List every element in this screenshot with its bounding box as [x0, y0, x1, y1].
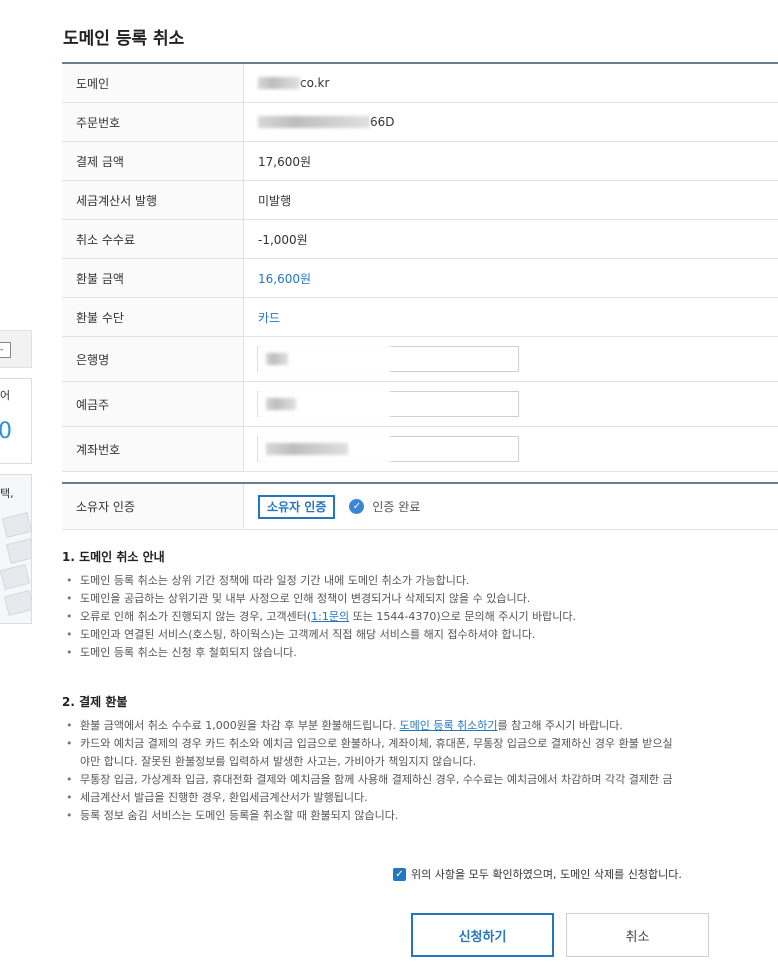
agreement[interactable]: ✓ 위의 사항을 모두 확인하였으며, 도메인 삭제를 신청합니다.	[393, 866, 682, 882]
account-input[interactable]	[257, 429, 519, 469]
payment-label: 결제 금액	[62, 142, 243, 180]
order-label: 주문번호	[62, 103, 243, 141]
guide-item: 오류로 인해 취소가 진행되지 않는 경우, 고객센터(1:1문의 또는 154…	[66, 608, 778, 626]
bank-cell	[243, 337, 778, 381]
masked-holder	[266, 398, 296, 410]
masked-domain	[258, 77, 300, 89]
row-fee: 취소 수수료 -1,000원	[62, 220, 778, 259]
refund-label: 환불 금액	[62, 259, 243, 297]
background-card-number: 0	[0, 419, 12, 444]
check-circle-icon: ✓	[349, 499, 365, 514]
fee-value: -1,000원	[243, 220, 778, 258]
cancel-button[interactable]: 취소	[566, 913, 709, 957]
modal-title: 도메인 등록 취소	[63, 29, 185, 49]
domain-cancel-link[interactable]: 도메인 등록 취소하기	[399, 719, 497, 732]
background-thumbnail: 택,	[0, 474, 32, 624]
guide-item: 도메인을 공급하는 상위기관 및 내부 사정으로 인해 정책이 변경되거나 삭제…	[66, 590, 778, 608]
masked-account	[266, 443, 348, 455]
row-refund-amount: 환불 금액 16,600원	[62, 259, 778, 298]
background-page-edge: - 어 0 택,	[0, 0, 32, 980]
refund-list: 환불 금액에서 취소 수수료 1,000원을 차감 후 부분 환불해드립니다. …	[66, 717, 778, 825]
bank-label: 은행명	[62, 337, 243, 381]
owner-verification-row: 소유자 인증 소유자 인증 ✓ 인증 완료	[62, 482, 778, 530]
guide-title: 1. 도메인 취소 안내	[62, 550, 165, 564]
background-select-box: -	[0, 342, 11, 358]
row-tax-invoice: 세금계산서 발행 미발행	[62, 181, 778, 220]
holder-input[interactable]	[257, 384, 519, 424]
verification-status: 인증 완료	[372, 500, 421, 514]
row-account: 계좌번호	[62, 427, 778, 472]
method-label: 환불 수단	[62, 298, 243, 336]
background-card-text: 어	[0, 389, 11, 402]
guide-item: 도메인과 연결된 서비스(호스팅, 하이웍스)는 고객께서 직접 해당 서비스를…	[66, 626, 778, 644]
guide-item: 도메인 등록 취소는 상위 기간 정책에 따라 일정 기간 내에 도메인 취소가…	[66, 572, 778, 590]
refund-title: 2. 결제 환불	[62, 695, 128, 709]
refund-item-continued: 야만 합니다. 잘못된 환불정보를 입력하셔 발생한 사고는, 가비아가 책임지…	[80, 755, 477, 768]
holder-label: 예금주	[62, 382, 243, 426]
guide-error-pre: 오류로 인해 취소가 진행되지 않는 경우, 고객센터(	[80, 610, 312, 623]
owner-verify-button[interactable]: 소유자 인증	[258, 494, 336, 519]
guide-item: 도메인 등록 취소는 신청 후 철회되지 않습니다.	[66, 644, 778, 662]
masked-order-number	[258, 116, 370, 128]
row-refund-method: 환불 수단 카드	[62, 298, 778, 337]
domain-info-table: 도메인 co.kr 주문번호 66D 결제 금액 17,600원 세금계산서 발…	[62, 62, 778, 472]
domain-value: co.kr	[243, 64, 778, 102]
refund-item: 무통장 입금, 가상계좌 입금, 휴대전화 결제와 예치금을 함께 사용해 결제…	[66, 771, 778, 789]
fee-label: 취소 수수료	[62, 220, 243, 258]
refund-item: 등록 정보 숨김 서비스는 도메인 등록을 취소할 때 환불되지 않습니다.	[66, 807, 778, 825]
row-bank: 은행명	[62, 337, 778, 382]
payment-value: 17,600원	[243, 142, 778, 180]
refund-item1-post: 를 참고해 주시기 바랍니다.	[497, 719, 623, 732]
domain-suffix: co.kr	[300, 76, 330, 90]
background-tile	[0, 564, 31, 590]
holder-cell	[243, 382, 778, 426]
refund-item1-pre: 환불 금액에서 취소 수수료 1,000원을 차감 후 부분 환불해드립니다.	[80, 719, 400, 732]
tax-value: 미발행	[243, 181, 778, 219]
owner-value: 소유자 인증 ✓ 인증 완료	[243, 484, 778, 529]
row-payment: 결제 금액 17,600원	[62, 142, 778, 181]
account-label: 계좌번호	[62, 427, 243, 471]
order-value: 66D	[243, 103, 778, 141]
apply-button[interactable]: 신청하기	[411, 913, 554, 957]
background-tile	[5, 538, 31, 564]
order-suffix: 66D	[370, 115, 395, 129]
agreement-checkbox[interactable]: ✓	[393, 867, 406, 881]
background-tile	[3, 590, 31, 616]
refund-value: 16,600원	[243, 259, 778, 297]
masked-bank	[266, 353, 288, 365]
guide-list: 도메인 등록 취소는 상위 기간 정책에 따라 일정 기간 내에 도메인 취소가…	[66, 572, 778, 662]
inquiry-link[interactable]: 1:1문의	[311, 610, 349, 623]
background-card: 어 0	[0, 378, 32, 464]
refund-item: 환불 금액에서 취소 수수료 1,000원을 차감 후 부분 환불해드립니다. …	[66, 717, 778, 735]
agreement-text: 위의 사항을 모두 확인하였으며, 도메인 삭제를 신청합니다.	[411, 868, 682, 881]
row-holder: 예금주	[62, 382, 778, 427]
row-domain: 도메인 co.kr	[62, 64, 778, 103]
background-tile	[1, 512, 31, 538]
tax-label: 세금계산서 발행	[62, 181, 243, 219]
guide-error-post: 또는 1544-4370)으로 문의해 주시기 바랍니다.	[349, 610, 577, 623]
method-value: 카드	[243, 298, 778, 336]
row-order: 주문번호 66D	[62, 103, 778, 142]
refund-item: 세금계산서 발급을 진행한 경우, 환입세금계산서가 발행됩니다.	[66, 789, 778, 807]
background-thumb-text: 택,	[0, 487, 14, 500]
bank-input[interactable]	[257, 339, 519, 379]
background-select: -	[0, 330, 32, 368]
account-cell	[243, 427, 778, 471]
owner-label: 소유자 인증	[62, 484, 243, 529]
refund-item: 카드와 예치금 결제의 경우 카드 취소와 예치금 입금으로 환불하나, 계좌이…	[66, 735, 778, 753]
domain-label: 도메인	[62, 64, 243, 102]
